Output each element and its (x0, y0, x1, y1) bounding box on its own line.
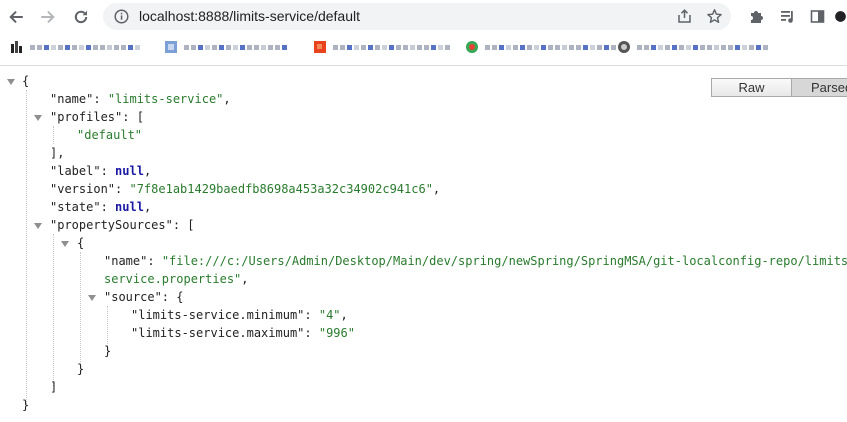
bookmark-favicon-icon (165, 41, 177, 53)
json-line: "limits-service.minimum": "4", (131, 308, 348, 322)
root-close-brace: } (22, 398, 30, 412)
side-panel-button[interactable] (806, 5, 828, 27)
bookmark-item[interactable] (617, 40, 768, 54)
json-array-close: ], (50, 146, 65, 160)
json-line: "label": null, (50, 164, 152, 178)
back-arrow-icon (9, 11, 23, 23)
json-key: "limits-service.maximum" (131, 326, 305, 340)
json-key: "propertySources" (50, 218, 173, 232)
json-array-close: ] (50, 380, 58, 394)
bookmark-item[interactable] (10, 40, 140, 54)
json-object-open: { (77, 236, 85, 250)
bookmark-favicon-icon (314, 41, 326, 53)
json-array-open: [ (136, 110, 144, 124)
reload-button[interactable] (68, 4, 94, 30)
json-key: "name" (50, 92, 94, 106)
json-object-close: } (104, 344, 112, 358)
forward-arrow-icon (41, 11, 55, 23)
extensions-button[interactable] (745, 5, 767, 27)
bookmark-star-icon[interactable] (706, 8, 723, 25)
json-key: "state" (50, 200, 101, 214)
json-string-value: "4" (318, 308, 341, 322)
indent-guide (80, 252, 81, 368)
indent-guide (53, 234, 54, 386)
json-line: "name": "limits-service", (50, 92, 231, 106)
reload-icon (74, 10, 88, 24)
json-line: "state": null, (50, 200, 152, 214)
collapse-toggle-property-sources[interactable] (34, 223, 42, 229)
json-line: } (22, 396, 29, 414)
raw-tab[interactable]: Raw (711, 78, 792, 97)
view-mode-toggle: Raw Parsed (711, 78, 847, 97)
bookmark-blurred-label (184, 44, 287, 50)
indent-guide (26, 90, 27, 404)
json-key: "label" (50, 164, 101, 178)
json-line: "propertySources": [ (50, 218, 195, 232)
json-key: "source" (104, 290, 162, 304)
puzzle-piece-icon (750, 10, 763, 23)
collapse-toggle-property-source-0[interactable] (61, 241, 69, 247)
json-string-value: "default" (77, 128, 143, 142)
bookmark-favicon-icon (466, 41, 478, 53)
url-text[interactable]: localhost:8888/limits-service/default (139, 8, 360, 24)
json-string-value: "file:///c:/Users/Admin/Desktop/Main/dev… (161, 254, 847, 268)
json-line: ], (50, 144, 64, 162)
bookmark-favicon-icon (618, 41, 630, 53)
root-open-brace: { (22, 74, 30, 88)
json-key: "profiles" (50, 110, 123, 124)
indent-guide (53, 126, 54, 144)
json-key: "name" (104, 254, 148, 268)
media-controls-button[interactable] (776, 5, 798, 27)
json-string-value: "limits-service" (107, 92, 224, 106)
json-key: "version" (50, 182, 116, 196)
playlist-music-icon (780, 10, 793, 23)
address-bar[interactable]: localhost:8888/limits-service/default (103, 3, 731, 30)
forward-button[interactable] (35, 4, 61, 30)
json-line: "source": { (104, 290, 184, 304)
json-line: } (77, 360, 84, 378)
json-object-open: { (176, 290, 184, 304)
profile-button[interactable] (834, 5, 847, 27)
parsed-tab[interactable]: Parsed (792, 78, 847, 97)
collapse-toggle-root[interactable] (7, 79, 15, 85)
json-key: "limits-service.minimum" (131, 308, 305, 322)
bookmark-blurred-label (30, 44, 140, 50)
bookmark-blurred-label (333, 44, 450, 50)
bookmark-blurred-label (637, 44, 768, 50)
json-array-open: [ (187, 218, 195, 232)
bookmark-item[interactable] (313, 40, 450, 54)
back-button[interactable] (3, 4, 29, 30)
browser-toolbar: localhost:8888/limits-service/default (0, 0, 847, 33)
json-line: service.properties", (104, 272, 249, 286)
bookmark-favicon-icon (11, 41, 22, 53)
json-viewer: Raw Parsed { "name": "limits-service", "… (0, 66, 847, 422)
json-line: { (22, 72, 29, 90)
json-line: "limits-service.maximum": "996" (131, 326, 355, 340)
bookmark-item[interactable] (465, 40, 616, 54)
collapse-toggle-profiles[interactable] (34, 115, 42, 121)
json-line: { (77, 234, 84, 252)
json-line: } (104, 342, 111, 360)
json-string-value-continued: service.properties" (104, 272, 242, 286)
profile-avatar-icon (835, 10, 846, 22)
info-icon[interactable] (114, 9, 129, 24)
json-null-value: null (115, 200, 144, 214)
json-null-value: null (115, 164, 144, 178)
json-line: "name": "file:///c:/Users/Admin/Desktop/… (104, 252, 847, 270)
json-string-value: "996" (318, 326, 355, 340)
collapse-toggle-source[interactable] (88, 295, 96, 301)
json-object-close: } (77, 362, 85, 376)
side-panel-icon (810, 9, 824, 23)
json-line: "version": "7f8e1ab1429baedfb8698a453a32… (50, 182, 441, 196)
json-line: "default" (77, 126, 142, 144)
bookmarks-bar (0, 33, 847, 66)
share-icon[interactable] (676, 8, 693, 25)
json-line: "profiles": [ (50, 110, 144, 124)
json-line: ] (50, 378, 57, 396)
bookmark-item[interactable] (164, 40, 287, 54)
bookmark-blurred-label (485, 44, 616, 50)
json-string-value: "7f8e1ab1429baedfb8698a453a32c34902c941c… (129, 182, 433, 196)
